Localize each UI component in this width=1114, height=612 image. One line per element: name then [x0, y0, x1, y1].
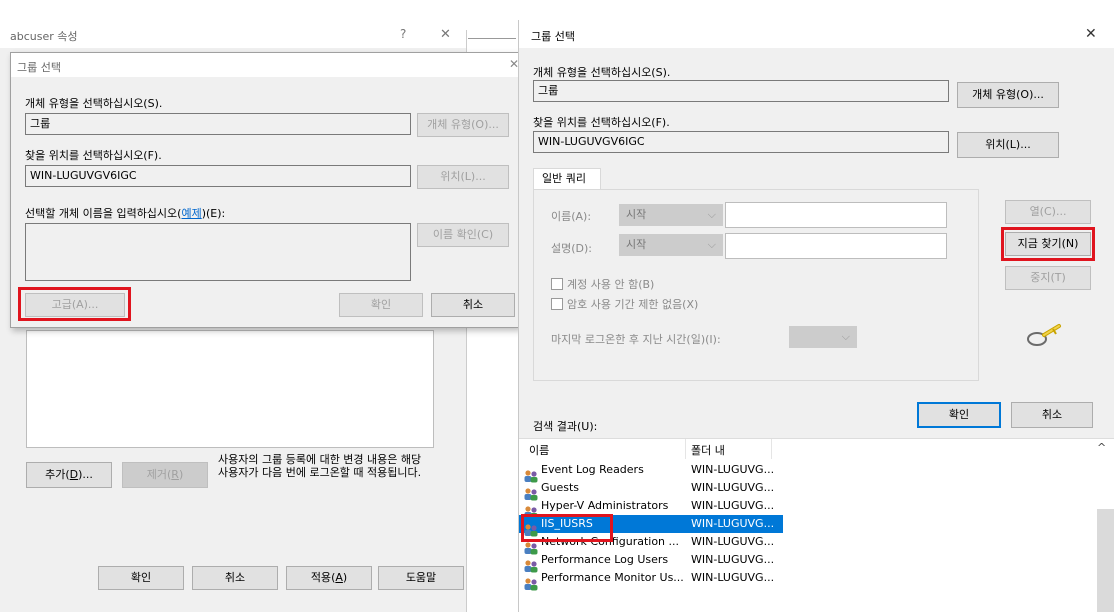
advanced-close-button[interactable]: ✕: [1085, 26, 1097, 42]
row-folder: WIN-LUGUVG...: [691, 463, 775, 476]
adv-location-label: 찾을 위치를 선택하십시오(F).: [533, 116, 670, 129]
location-field: WIN-LUGUVGV6IGC: [25, 165, 411, 187]
row-folder: WIN-LUGUVG...: [691, 499, 775, 512]
object-names-input[interactable]: [25, 223, 411, 281]
row-name: Hyper-V Administrators: [541, 499, 669, 512]
column-header-folder[interactable]: 폴더 내: [691, 442, 725, 458]
table-row[interactable]: Guests WIN-LUGUVG...: [519, 479, 783, 501]
chevron-down-icon: ⌵: [707, 238, 716, 251]
columns-button[interactable]: 열(C)...: [1005, 200, 1091, 224]
properties-ok-button[interactable]: 확인: [98, 566, 184, 590]
chevron-down-icon: ⌵: [707, 208, 716, 221]
group-icon: [524, 578, 538, 591]
tab-common-queries[interactable]: 일반 쿼리: [533, 168, 601, 190]
adv-object-type-field: 그룹: [533, 80, 949, 102]
row-folder: WIN-LUGUVG...: [691, 553, 775, 566]
row-folder: WIN-LUGUVG...: [691, 481, 775, 494]
member-of-list[interactable]: [26, 330, 434, 448]
last-logon-combo[interactable]: ⌵: [789, 326, 857, 348]
row-name: Performance Log Users: [541, 553, 669, 566]
advanced-titlebar: [519, 20, 1114, 48]
advanced-title: 그룹 선택: [531, 30, 575, 43]
enter-names-label: 선택할 개체 이름을 입력하십시오(예제)(E):: [25, 207, 226, 220]
row-name: Guests: [541, 481, 580, 494]
add-button[interactable]: 추가(D)...: [26, 462, 112, 488]
remove-button[interactable]: 제거(R): [122, 462, 208, 488]
table-row[interactable]: Hyper-V Administrators WIN-LUGUVG...: [519, 497, 783, 519]
select-groups-title: 그룹 선택: [17, 61, 61, 74]
description-filter-input[interactable]: [725, 233, 947, 259]
find-now-highlight: [1001, 227, 1095, 261]
row-folder: WIN-LUGUVG...: [691, 517, 775, 530]
column-divider: [771, 439, 772, 459]
column-divider: [685, 439, 686, 459]
properties-window-title: abcuser 속성: [10, 30, 78, 43]
location-label: 찾을 위치를 선택하십시오(F).: [25, 149, 162, 162]
disabled-accounts-label: 계정 사용 안 함(B): [567, 278, 655, 291]
non-expiring-password-label: 암호 사용 기간 제한 없음(X): [567, 298, 699, 311]
search-key-icon: [1025, 320, 1065, 350]
description-filter-combo[interactable]: 시작 ⌵: [619, 234, 723, 256]
advanced-select-groups-dialog: 그룹 선택 ✕ 개체 유형을 선택하십시오(S). 그룹 개체 유형(O)...…: [518, 20, 1114, 612]
properties-edge-line: [468, 38, 516, 39]
adv-location-field: WIN-LUGUVGV6IGC: [533, 131, 949, 153]
select-groups-ok-button[interactable]: 확인: [339, 293, 423, 317]
iis-iusrs-highlight: [521, 514, 613, 542]
membership-info-text: 사용자의 그룹 등록에 대한 변경 내용은 해당 사용자가 다음 번에 로그온할…: [218, 453, 422, 479]
examples-link[interactable]: 예제: [181, 207, 201, 220]
properties-cancel-button[interactable]: 취소: [192, 566, 278, 590]
table-row[interactable]: Performance Log Users WIN-LUGUVG...: [519, 551, 783, 573]
row-folder: WIN-LUGUVG...: [691, 535, 775, 548]
search-results-label: 검색 결과(U):: [533, 420, 598, 433]
non-expiring-password-checkbox[interactable]: [551, 298, 563, 310]
table-row[interactable]: Performance Monitor Us... WIN-LUGUVG...: [519, 569, 783, 591]
adv-cancel-button[interactable]: 취소: [1011, 402, 1093, 428]
column-header-name[interactable]: 이름: [529, 442, 549, 458]
apply-button[interactable]: 적용(A): [286, 566, 372, 590]
table-row[interactable]: Event Log Readers WIN-LUGUVG...: [519, 461, 783, 483]
locations-button[interactable]: 위치(L)...: [417, 165, 509, 189]
adv-object-type-label: 개체 유형을 선택하십시오(S).: [533, 66, 671, 79]
help-button[interactable]: ?: [400, 27, 406, 41]
select-groups-titlebar: [11, 53, 519, 77]
last-logon-label: 마지막 로그온한 후 지난 시간(일)(I):: [551, 333, 721, 346]
object-type-field: 그룹: [25, 113, 411, 135]
row-folder: WIN-LUGUVG...: [691, 571, 775, 584]
row-name: Performance Monitor Us...: [541, 571, 684, 584]
vertical-scrollbar[interactable]: [1097, 509, 1114, 612]
object-type-label: 개체 유형을 선택하십시오(S).: [25, 97, 163, 110]
check-names-button[interactable]: 이름 확인(C): [417, 223, 509, 247]
select-groups-dialog: 그룹 선택 ✕ 개체 유형을 선택하십시오(S). 그룹 개체 유형(O)...…: [10, 52, 520, 328]
disabled-accounts-checkbox[interactable]: [551, 278, 563, 290]
chevron-down-icon: ⌵: [841, 330, 850, 343]
adv-ok-button[interactable]: 확인: [917, 402, 1001, 428]
advanced-highlight: [18, 287, 131, 321]
adv-object-types-button[interactable]: 개체 유형(O)...: [957, 82, 1059, 108]
name-filter-combo[interactable]: 시작 ⌵: [619, 204, 723, 226]
object-types-button[interactable]: 개체 유형(O)...: [417, 113, 509, 137]
adv-locations-button[interactable]: 위치(L)...: [957, 132, 1059, 158]
description-filter-label: 설명(D):: [551, 242, 592, 255]
properties-help-button[interactable]: 도움말: [378, 566, 464, 590]
properties-close-button[interactable]: ✕: [440, 27, 451, 42]
name-filter-input[interactable]: [725, 202, 947, 228]
row-name: Event Log Readers: [541, 463, 644, 476]
select-groups-cancel-button[interactable]: 취소: [431, 293, 515, 317]
name-filter-label: 이름(A):: [551, 210, 592, 223]
scroll-up-arrow[interactable]: ^: [1097, 441, 1106, 454]
stop-button[interactable]: 중지(T): [1005, 266, 1091, 290]
